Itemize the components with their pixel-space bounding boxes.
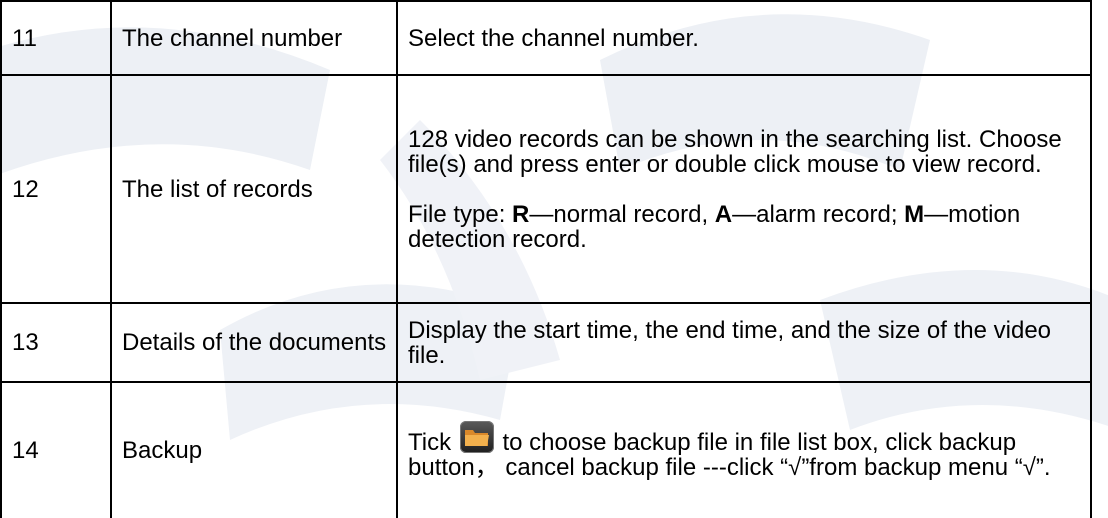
- backup-text-after: to choose backup file in file list box, …: [408, 429, 1051, 481]
- row-description: Tick to choose backup file in file list …: [396, 381, 1092, 518]
- file-type-legend: File type: R—normal record, A—alarm reco…: [408, 202, 1082, 252]
- file-type-a: A: [714, 200, 733, 228]
- table-row-14: 14 Backup Tick to choose backup file in …: [0, 381, 1092, 518]
- table-row-11: 11 The channel number Select the channel…: [0, 0, 1092, 76]
- row-number: 11: [0, 0, 112, 76]
- feature-table: 11 The channel number Select the channel…: [0, 0, 1092, 518]
- file-type-r-text: —normal record,: [529, 200, 715, 228]
- folder-icon: [459, 421, 494, 453]
- row-number: 12: [0, 74, 112, 304]
- row-description: 128 video records can be shown in the se…: [396, 74, 1092, 304]
- row-number: 14: [0, 381, 112, 518]
- row-description: Select the channel number.: [396, 0, 1092, 76]
- description-paragraph: 128 video records can be shown in the se…: [408, 125, 1062, 178]
- backup-text-before: Tick: [408, 429, 458, 456]
- table-row-12: 12 The list of records 128 video records…: [0, 74, 1092, 304]
- table-row-13: 13 Details of the documents Display the …: [0, 302, 1092, 383]
- row-name: Details of the documents: [110, 302, 398, 383]
- file-type-a-text: —alarm record;: [732, 200, 898, 228]
- file-type-m: M: [904, 200, 925, 228]
- file-type-prefix: File type:: [408, 200, 513, 228]
- row-description: Display the start time, the end time, an…: [396, 302, 1092, 383]
- row-name: Backup: [110, 381, 398, 518]
- row-number: 13: [0, 302, 112, 383]
- row-name: The list of records: [110, 74, 398, 304]
- row-name: The channel number: [110, 0, 398, 76]
- file-type-r: R: [512, 200, 530, 228]
